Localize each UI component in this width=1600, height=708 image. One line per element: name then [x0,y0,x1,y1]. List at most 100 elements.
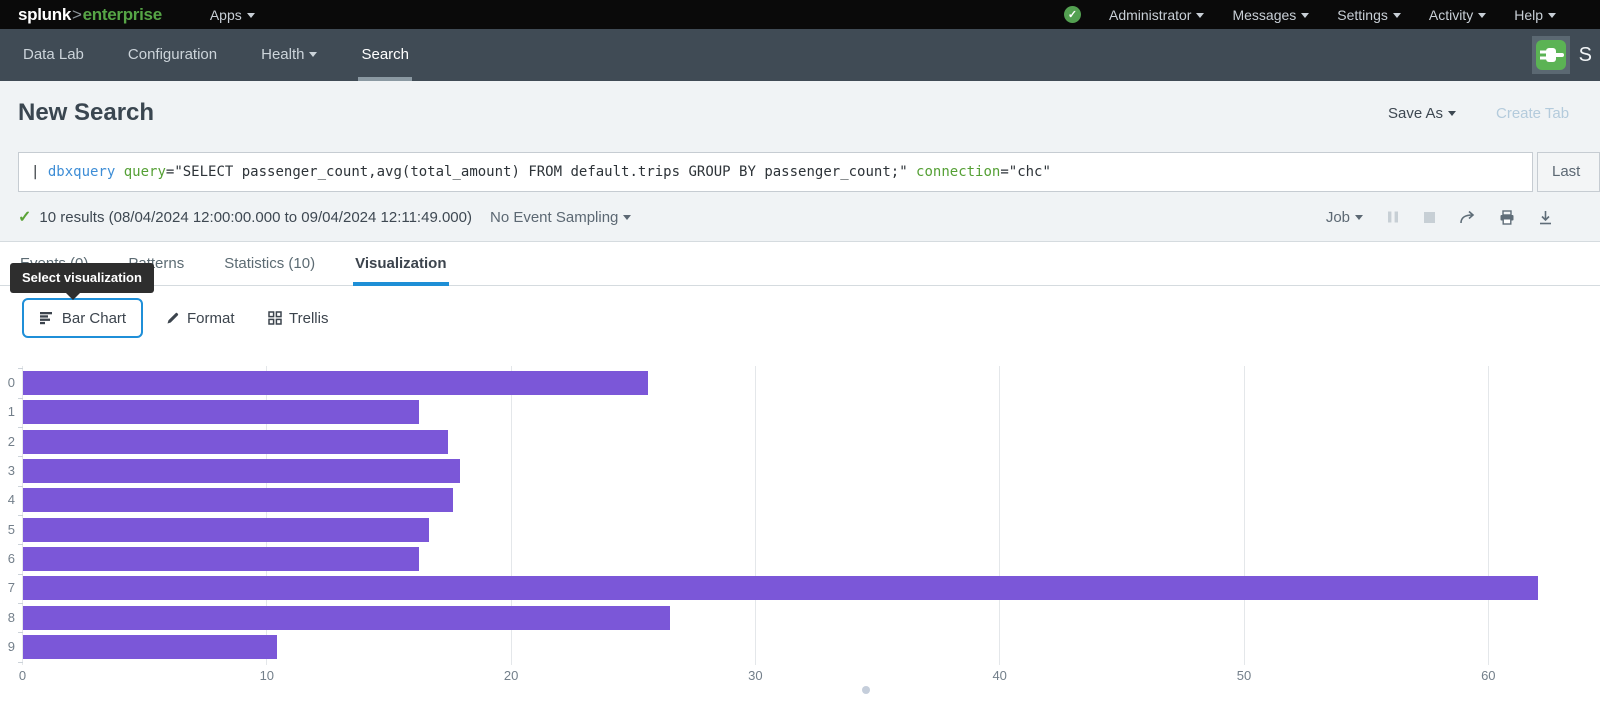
logo-gt: > [71,5,83,25]
bar-passenger-count-0[interactable] [23,371,648,395]
y-axis-tick [18,456,23,457]
splunk-logo[interactable]: splunk > enterprise [18,5,162,25]
settings-menu[interactable]: Settings [1337,7,1401,23]
trellis-grid-icon [268,311,282,325]
apps-menu-label: Apps [210,7,242,23]
query-segment-plain: ="SELECT passenger_count,avg(total_amoun… [166,164,916,180]
y-axis-tick-label: 6 [0,551,15,566]
bar-chart: 01020304050600123456789 [0,355,1600,708]
tab-visualization[interactable]: Visualization [353,242,448,286]
nav-item-health[interactable]: Health [258,29,320,81]
x-gridline [1488,366,1489,665]
x-axis-tick-label: 40 [980,668,1020,683]
bar-passenger-count-6[interactable] [23,547,419,571]
help-menu[interactable]: Help [1514,7,1556,23]
trellis-button[interactable]: Trellis [268,298,328,338]
job-menu[interactable]: Job [1326,209,1363,226]
activity-menu-label: Activity [1429,7,1473,23]
bar-passenger-count-9[interactable] [23,635,277,659]
activity-menu[interactable]: Activity [1429,7,1486,23]
chevron-down-icon [309,52,317,57]
time-range-picker[interactable]: Last [1537,152,1600,192]
query-segment-plain [115,164,123,180]
pencil-icon [166,311,180,325]
x-axis-tick-label: 30 [735,668,775,683]
app-title-clipped: S [1579,44,1592,67]
bar-passenger-count-8[interactable] [23,606,670,630]
chart-type-label: Bar Chart [62,310,126,327]
query-segment-command: dbxquery [48,164,115,180]
x-gridline [755,366,756,665]
export-icon[interactable] [1538,210,1553,225]
splunk-search-page: splunk > enterprise Apps ✓ Administrator… [0,0,1600,708]
y-axis-tick-label: 5 [0,522,15,537]
db-connect-app-icon-frame[interactable] [1532,36,1570,74]
top-bar: splunk > enterprise Apps ✓ Administrator… [0,0,1600,29]
check-circle-icon[interactable]: ✓ [1064,6,1081,23]
x-axis-tick-label: 60 [1468,668,1508,683]
chevron-down-icon [1548,13,1556,18]
page-title: New Search [18,99,154,127]
trellis-label: Trellis [289,310,328,327]
messages-menu-label: Messages [1232,7,1296,23]
bar-passenger-count-5[interactable] [23,518,429,542]
app-nav-bar: Data Lab Configuration Health Search S [0,29,1600,81]
y-axis-tick [18,486,23,487]
messages-menu[interactable]: Messages [1232,7,1309,23]
event-sampling-menu[interactable]: No Event Sampling [490,209,631,226]
bar-passenger-count-4[interactable] [23,488,453,512]
event-sampling-label: No Event Sampling [490,209,618,226]
bar-chart-icon [39,311,54,325]
query-segment-plain: | [31,164,48,180]
y-axis-tick [18,544,23,545]
print-icon[interactable] [1499,210,1515,225]
x-axis-tick-label: 20 [491,668,531,683]
query-segment-keyword: query [124,164,166,180]
chevron-down-icon [1478,13,1486,18]
bar-passenger-count-1[interactable] [23,400,419,424]
results-status-row: ✓ 10 results (08/04/2024 12:00:00.000 to… [18,192,631,242]
y-axis-tick [18,574,23,575]
query-segment-keyword: connection [916,164,1000,180]
administrator-menu-label: Administrator [1109,7,1191,23]
nav-item-health-label: Health [261,46,304,63]
bar-passenger-count-7[interactable] [23,576,1538,600]
nav-item-search[interactable]: Search [358,29,412,81]
top-bar-right: ✓ Administrator Messages Settings Activi… [1064,6,1556,23]
stop-icon[interactable] [1423,211,1436,224]
chart-type-picker-button[interactable]: Bar Chart [22,298,143,338]
bar-passenger-count-2[interactable] [23,430,448,454]
bar-passenger-count-3[interactable] [23,459,460,483]
create-table-view-link[interactable]: Create Tab [1496,105,1569,122]
job-controls: Job [1326,192,1553,242]
job-menu-label: Job [1326,209,1350,226]
x-axis-tick-label: 50 [1224,668,1264,683]
help-menu-label: Help [1514,7,1543,23]
x-axis-tick-label: 10 [247,668,287,683]
share-icon[interactable] [1459,210,1476,225]
y-axis-tick-label: 3 [0,463,15,478]
nav-item-configuration[interactable]: Configuration [125,29,220,81]
search-header-region: New Search Save As Create Tab | dbxquery… [0,81,1600,242]
y-axis-tick-label: 4 [0,492,15,507]
result-tabs: Events (0) Patterns Statistics (10) Visu… [0,242,1600,286]
administrator-menu[interactable]: Administrator [1109,7,1204,23]
apps-menu[interactable]: Apps [210,7,255,23]
format-button[interactable]: Format [166,298,235,338]
x-gridline [1244,366,1245,665]
y-axis-tick [18,368,23,369]
y-axis-tick [18,632,23,633]
tab-statistics[interactable]: Statistics (10) [222,242,317,286]
y-axis-tick [18,662,23,663]
search-query-input[interactable]: | dbxquery query="SELECT passenger_count… [18,152,1533,192]
settings-menu-label: Settings [1337,7,1388,23]
y-axis-tick-label: 7 [0,580,15,595]
chevron-down-icon [1448,111,1456,116]
nav-item-data-lab[interactable]: Data Lab [20,29,87,81]
chevron-down-icon [623,215,631,220]
pause-icon[interactable] [1386,210,1400,224]
chevron-down-icon [1301,13,1309,18]
save-as-label: Save As [1388,105,1443,122]
save-as-button[interactable]: Save As [1388,105,1456,122]
pagination-dot[interactable] [862,686,870,694]
